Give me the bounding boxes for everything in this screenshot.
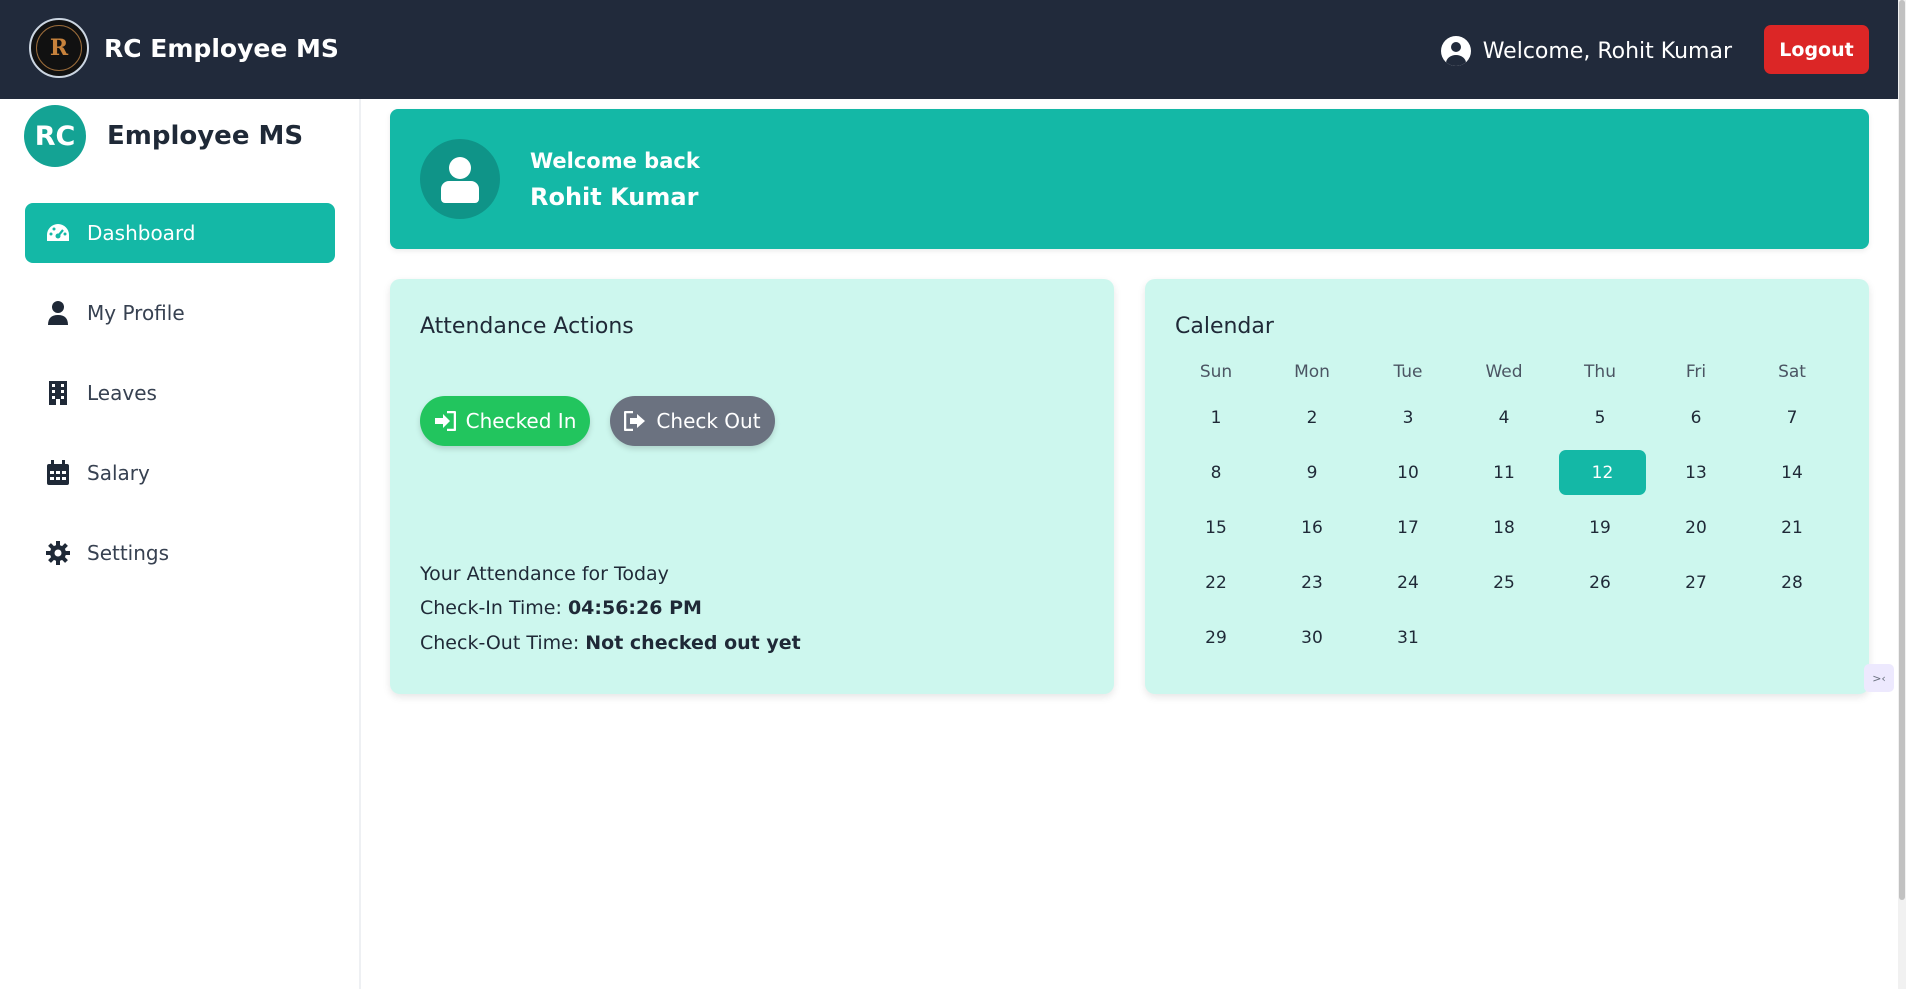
sidebar-item-label: Dashboard [87, 221, 196, 245]
user-circle-icon [1440, 36, 1471, 66]
sidebar-item-my-profile[interactable]: My Profile [25, 283, 335, 343]
calendar-day[interactable]: 30 [1264, 615, 1360, 660]
calendar-day[interactable]: 20 [1648, 505, 1744, 550]
sign-out-icon [624, 411, 646, 431]
calendar-day[interactable]: 14 [1744, 450, 1840, 495]
sidebar: RC Employee MS Dashboard My Profile Leav… [0, 99, 361, 989]
checked-in-label: Checked In [465, 409, 577, 433]
calendar-day[interactable]: 11 [1456, 450, 1552, 495]
calendar-day[interactable]: 8 [1168, 450, 1264, 495]
calendar-day[interactable]: 1 [1168, 395, 1264, 440]
sidebar-item-label: Salary [87, 461, 150, 485]
calendar-day[interactable]: 5 [1552, 395, 1648, 440]
weekday-label: Sun [1199, 362, 1233, 382]
calendar-day[interactable]: 21 [1744, 505, 1840, 550]
calendar-day[interactable]: 3 [1360, 395, 1456, 440]
calendar-day[interactable]: 19 [1552, 505, 1648, 550]
top-navbar: R RC Employee MS Welcome, Rohit Kumar Lo… [0, 0, 1906, 99]
welcome-subtitle: Welcome back [530, 149, 700, 173]
calendar-title: Calendar [1175, 314, 1274, 339]
dashboard-icon [45, 220, 71, 246]
sidebar-item-label: My Profile [87, 301, 185, 325]
checkin-time-value: 04:56:26 PM [567, 597, 702, 619]
calendar-day[interactable]: 23 [1264, 560, 1360, 605]
weekday-label: Tue [1393, 362, 1423, 382]
sign-in-icon [434, 411, 456, 431]
sidebar-title: Employee MS [107, 121, 304, 151]
sidebar-avatar: RC [24, 105, 86, 167]
checkout-time-value: Not checked out yet [585, 632, 801, 654]
calendar-day[interactable]: 9 [1264, 450, 1360, 495]
calendar-day[interactable]: 6 [1648, 395, 1744, 440]
calendar-day[interactable]: 28 [1744, 560, 1840, 605]
sidebar-item-dashboard[interactable]: Dashboard [25, 203, 335, 263]
calendar-day[interactable]: 7 [1744, 395, 1840, 440]
calendar-day[interactable]: 4 [1456, 395, 1552, 440]
calendar-day[interactable]: 26 [1552, 560, 1648, 605]
welcome-banner: Welcome back Rohit Kumar [390, 109, 1869, 249]
weekday-label: Mon [1294, 362, 1330, 382]
calendar-day[interactable]: 25 [1456, 560, 1552, 605]
attendance-title: Attendance Actions [420, 314, 634, 339]
calendar-day[interactable]: 16 [1264, 505, 1360, 550]
user-icon [45, 300, 71, 326]
calendar-day[interactable]: 29 [1168, 615, 1264, 660]
building-icon [45, 380, 71, 406]
calendar-grid: Sun Mon Tue Wed Thu Fri Sat 1 2 3 4 5 6 7 8 9 10 1… [1168, 359, 1838, 660]
weekday-label: Thu [1584, 362, 1616, 382]
calendar-day-today[interactable]: 12 [1559, 450, 1646, 495]
checkin-time-label: Check-In Time: [420, 597, 568, 619]
calendar-day[interactable]: 22 [1168, 560, 1264, 605]
checkout-time-line: Check-Out Time: Not checked out yet [420, 632, 801, 654]
sidebar-item-label: Settings [87, 541, 170, 565]
sidebar-item-leaves[interactable]: Leaves [25, 363, 335, 423]
scrollbar-thumb[interactable] [1899, 0, 1905, 900]
check-out-label: Check Out [656, 409, 761, 433]
app-title: RC Employee MS [104, 34, 339, 63]
calendar-icon [45, 460, 71, 486]
check-out-button[interactable]: Check Out [610, 396, 775, 446]
sidebar-item-salary[interactable]: Salary [25, 443, 335, 503]
checkout-time-label: Check-Out Time: [420, 632, 586, 654]
attendance-today-heading: Your Attendance for Today [420, 563, 669, 585]
calendar-day[interactable]: 13 [1648, 450, 1744, 495]
user-avatar-icon [420, 139, 500, 219]
collapse-toggle-icon[interactable]: >‹ [1864, 664, 1894, 692]
welcome-text: Welcome, Rohit Kumar [1482, 38, 1732, 64]
calendar-day[interactable]: 31 [1360, 615, 1456, 660]
calendar-card: Calendar Sun Mon Tue Wed Thu Fri Sat 123… [1145, 279, 1869, 694]
calendar-day[interactable]: 18 [1456, 505, 1552, 550]
sidebar-header: RC Employee MS [24, 105, 303, 167]
weekday-label: Wed [1485, 362, 1523, 382]
weekday-label: Fri [1685, 362, 1707, 382]
logout-button[interactable]: Logout [1764, 25, 1869, 74]
calendar-day[interactable]: 2 [1264, 395, 1360, 440]
checked-in-button[interactable]: Checked In [420, 396, 590, 446]
calendar-day[interactable]: 15 [1168, 505, 1264, 550]
attendance-card: Attendance Actions Checked In Check Out … [390, 279, 1114, 694]
logo-letter: R [36, 25, 82, 71]
sidebar-item-label: Leaves [87, 381, 157, 405]
brand-logo: R [29, 18, 89, 78]
calendar-day[interactable]: 10 [1360, 450, 1456, 495]
calendar-day[interactable]: 24 [1360, 560, 1456, 605]
gear-icon [45, 540, 71, 566]
checkin-time-line: Check-In Time: 04:56:26 PM [420, 597, 702, 619]
user-welcome: Welcome, Rohit Kumar [1440, 36, 1732, 66]
calendar-day[interactable]: 27 [1648, 560, 1744, 605]
calendar-day[interactable]: 17 [1360, 505, 1456, 550]
sidebar-item-settings[interactable]: Settings [25, 523, 335, 583]
welcome-name: Rohit Kumar [530, 183, 699, 211]
weekday-label: Sat [1778, 362, 1806, 382]
page-scrollbar[interactable] [1898, 0, 1906, 989]
